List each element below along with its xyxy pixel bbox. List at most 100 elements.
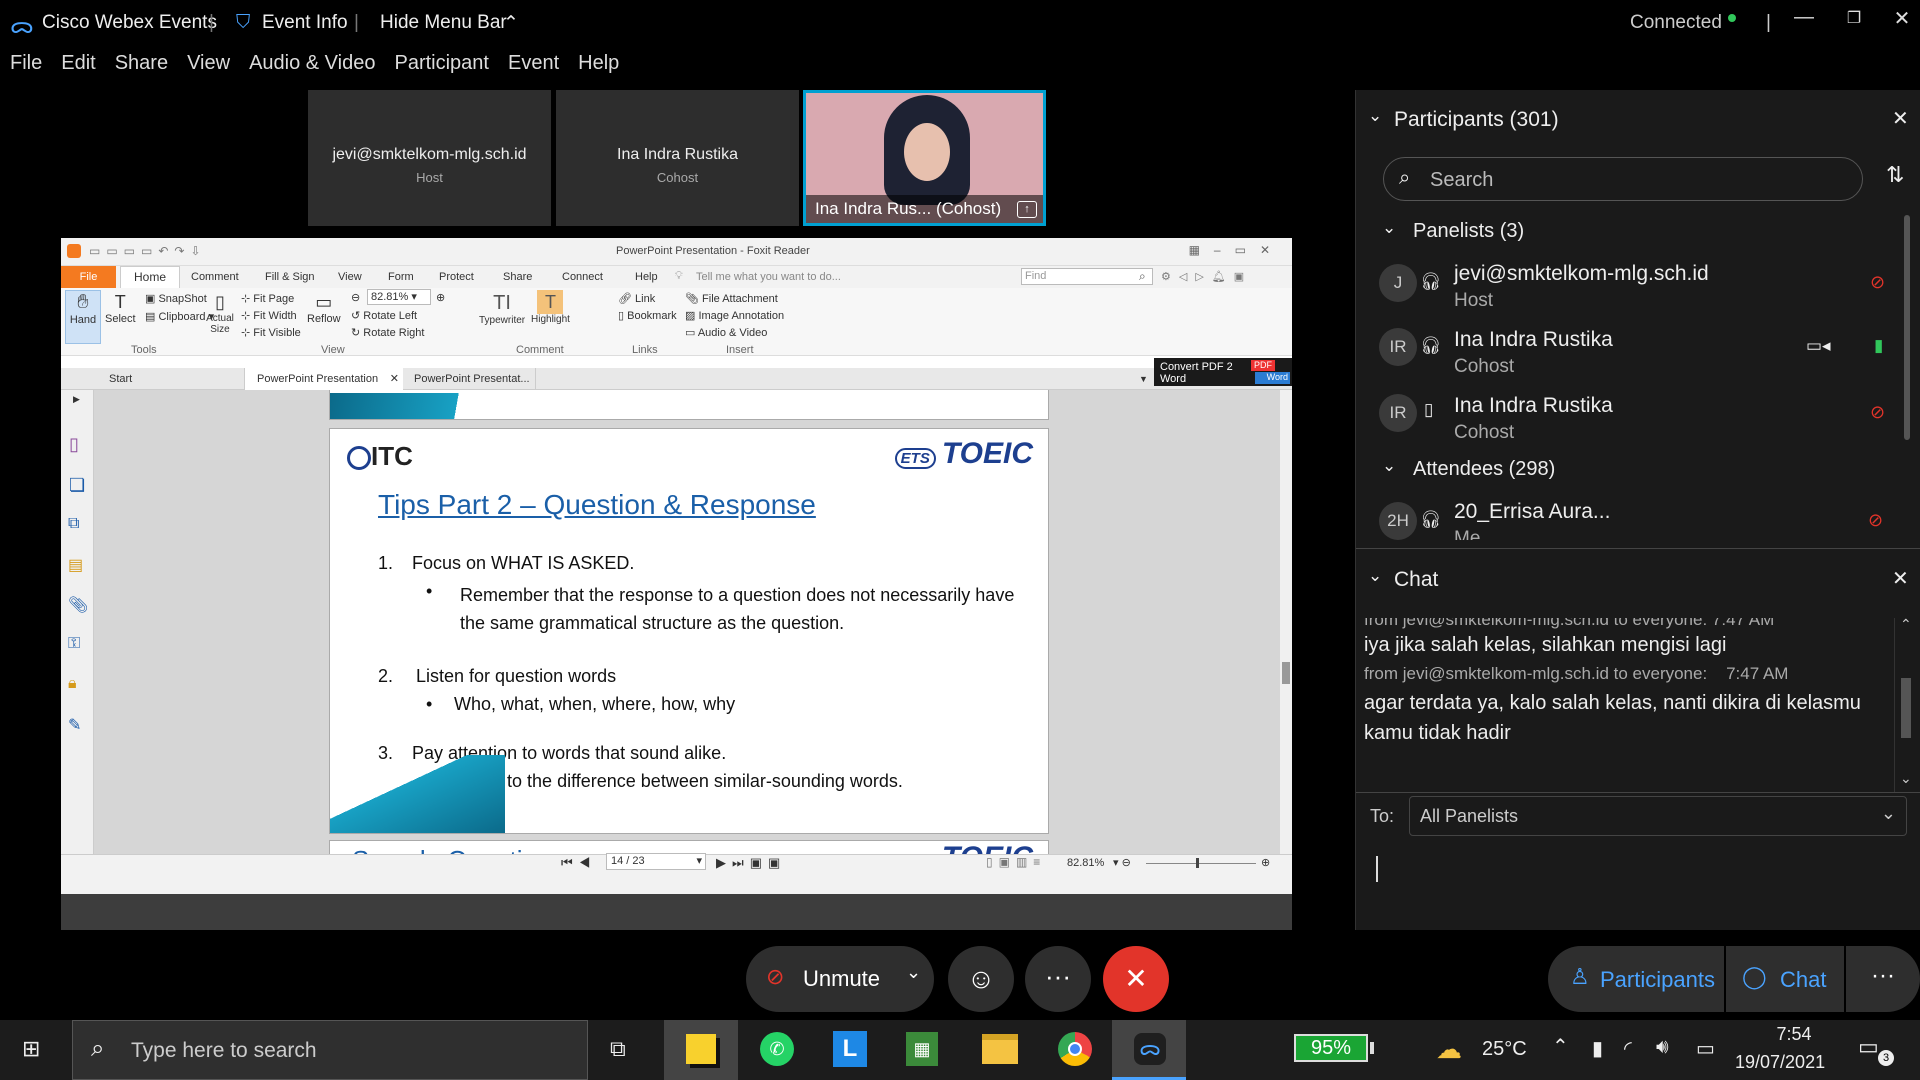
- sort-icon[interactable]: ⇅: [1886, 162, 1904, 188]
- pdf-to-word-icon[interactable]: PDF Word: [1247, 358, 1292, 386]
- bookmarks-icon[interactable]: ❏: [69, 475, 85, 496]
- snapshot-button[interactable]: ▣ SnapShot: [145, 292, 207, 305]
- video-thumb-cohost[interactable]: Ina Indra Rustika Cohost: [556, 90, 799, 226]
- chevron-down-icon[interactable]: ⌄: [906, 962, 921, 983]
- more-panels-button[interactable]: ···: [1846, 946, 1920, 1012]
- fit-width-button[interactable]: ⊹ Fit Width: [241, 309, 297, 322]
- video-thumb-active-speaker[interactable]: Ina Indra Rus... (Cohost) ↑: [803, 90, 1046, 226]
- highlight-button[interactable]: T Highlight: [531, 290, 570, 325]
- hide-menu-bar-button[interactable]: Hide Menu Bar: [380, 12, 507, 34]
- minimize-button[interactable]: —: [1784, 6, 1824, 36]
- wifi-icon[interactable]: ◜: [1624, 1036, 1632, 1061]
- tab-view[interactable]: View: [338, 271, 362, 283]
- fit-visible-button[interactable]: ⊹ Fit Visible: [241, 326, 301, 339]
- chevron-up-icon[interactable]: ⌃: [1552, 1034, 1569, 1059]
- tell-me-input[interactable]: Tell me what you want to do...: [696, 271, 841, 283]
- rotate-left-button[interactable]: ↺ Rotate Left: [351, 309, 417, 322]
- spreadsheet-app-icon[interactable]: ▦: [906, 1032, 938, 1066]
- task-view-icon[interactable]: ⧉: [610, 1036, 626, 1062]
- select-tool-button[interactable]: T Select: [105, 292, 136, 325]
- convert-pdf-2-word-button[interactable]: Convert PDF 2 Word: [1154, 358, 1247, 386]
- chat-panel-button[interactable]: ◯ Chat: [1726, 946, 1844, 1012]
- taskbar-search-input[interactable]: ⌕ Type here to search: [72, 1020, 588, 1080]
- more-options-button[interactable]: ···: [1025, 946, 1091, 1012]
- tab-help[interactable]: Help: [635, 271, 658, 283]
- find-input[interactable]: Find: [1021, 268, 1153, 285]
- search-icon[interactable]: ⌕: [1139, 269, 1146, 284]
- muted-mic-icon[interactable]: ⊘: [1870, 402, 1885, 423]
- hand-tool-button[interactable]: ✋︎ Hand: [65, 290, 101, 344]
- quick-access-icon[interactable]: ▭▭▭▭↶↷⇩: [89, 244, 207, 258]
- chat-scrollbar[interactable]: ⌃ ⌄: [1894, 616, 1918, 792]
- page-thumbnails-icon[interactable]: ▯: [69, 434, 79, 455]
- chevron-down-icon[interactable]: ⌄: [1382, 456, 1396, 476]
- tab-protect[interactable]: Protect: [439, 271, 474, 283]
- weather-cloud-icon[interactable]: ☁: [1436, 1034, 1462, 1065]
- zoom-out-icon[interactable]: ⊖: [351, 291, 360, 304]
- image-annotation-button[interactable]: ▨ Image Annotation: [685, 309, 784, 322]
- doc-tab-2[interactable]: PowerPoint Presentat...: [406, 368, 536, 390]
- video-camera-icon[interactable]: ▭◂: [1806, 336, 1831, 356]
- participants-scrollbar[interactable]: [1904, 215, 1910, 440]
- restore-button[interactable]: ❐: [1834, 8, 1874, 38]
- participant-search-input[interactable]: ⌕ Search: [1383, 157, 1863, 201]
- zoom-in-icon[interactable]: ⊕: [1261, 856, 1270, 869]
- share-icon[interactable]: ↑: [1017, 201, 1037, 218]
- doc-tab-active[interactable]: PowerPoint Presentation ✕: [245, 368, 403, 390]
- volume-icon[interactable]: 🔊︎: [1656, 1036, 1669, 1059]
- zoom-select[interactable]: 82.81% ▾: [367, 289, 431, 305]
- menu-file[interactable]: File: [10, 52, 42, 86]
- tab-home[interactable]: Home: [120, 266, 180, 288]
- leave-event-button[interactable]: ✕: [1103, 946, 1169, 1012]
- typewriter-button[interactable]: TI Typewriter: [479, 292, 525, 326]
- zoom-out-icon[interactable]: ▾ ⊖: [1113, 856, 1131, 869]
- link-button[interactable]: 🔗︎ Link: [618, 292, 655, 305]
- reflow-button[interactable]: ▭ Reflow: [307, 292, 341, 325]
- close-chat-button[interactable]: ✕: [1892, 566, 1909, 591]
- tab-fill-sign[interactable]: Fill & Sign: [265, 271, 315, 283]
- vertical-scrollbar[interactable]: [1280, 390, 1292, 854]
- participants-panel-button[interactable]: ♙ Participants: [1548, 946, 1724, 1012]
- chat-recipient-select[interactable]: All Panelists ⌄: [1409, 796, 1907, 836]
- fit-page-button[interactable]: ⊹ Fit Page: [241, 292, 294, 305]
- tab-connect[interactable]: Connect: [562, 271, 603, 283]
- webex-taskbar-app[interactable]: ᯅ: [1112, 1020, 1186, 1080]
- video-thumb-host[interactable]: jevi@smktelkom-mlg.sch.id Host: [308, 90, 551, 226]
- rotate-right-button[interactable]: ↻ Rotate Right: [351, 326, 424, 339]
- page-number-input[interactable]: 14 / 23 ▾: [606, 853, 706, 870]
- clock-date[interactable]: 19/07/2021: [1735, 1052, 1825, 1073]
- file-attachment-button[interactable]: 📎︎ File Attachment: [685, 292, 778, 305]
- chat-input[interactable]: [1370, 844, 1900, 924]
- tab-form[interactable]: Form: [388, 271, 414, 283]
- file-explorer-icon[interactable]: [982, 1034, 1018, 1064]
- menu-audio-video[interactable]: Audio & Video: [249, 52, 375, 86]
- sticky-notes-app[interactable]: [664, 1020, 738, 1080]
- audio-video-button[interactable]: ▭ Audio & Video: [685, 326, 767, 339]
- tab-list-icon[interactable]: ▼: [1139, 374, 1148, 384]
- menu-help[interactable]: Help: [578, 52, 619, 86]
- mic-on-icon[interactable]: ▮: [1874, 336, 1883, 356]
- battery-percent[interactable]: 95%: [1294, 1034, 1368, 1062]
- microphone-icon[interactable]: ▮: [1592, 1036, 1603, 1061]
- pen-icon[interactable]: ✎: [68, 715, 81, 735]
- temperature[interactable]: 25°C: [1482, 1038, 1527, 1061]
- clipboard-button[interactable]: ▤ Clipboard ▾: [145, 310, 214, 323]
- chevron-down-icon[interactable]: ⌄: [1368, 566, 1382, 586]
- chevron-down-icon[interactable]: ⌄: [1382, 218, 1396, 238]
- muted-mic-icon[interactable]: ⊘: [1868, 510, 1883, 531]
- bookmark-button[interactable]: ▯ Bookmark: [618, 309, 677, 322]
- clock-time[interactable]: 7:54: [1764, 1024, 1824, 1045]
- page-nav-next-icons[interactable]: ▶⏭▣▣: [716, 855, 786, 871]
- doc-tab-start[interactable]: Start: [95, 368, 245, 390]
- zoom-in-icon[interactable]: ⊕: [436, 291, 445, 304]
- battery-icon[interactable]: ▭: [1696, 1036, 1715, 1061]
- close-participants-button[interactable]: ✕: [1892, 106, 1909, 131]
- page-nav-prev-icons[interactable]: ⏮◀: [561, 855, 596, 871]
- foxit-nav-icons[interactable]: ⚙◁▷🔔︎▣: [1161, 270, 1252, 283]
- tab-share[interactable]: Share: [503, 271, 532, 283]
- document-view[interactable]: ITC ETS TOEIC Tips Part 2 – Question & Re…: [94, 390, 1292, 854]
- reactions-button[interactable]: ☺: [948, 946, 1014, 1012]
- view-mode-icons[interactable]: ▯▣▥≡: [986, 855, 1046, 869]
- menu-view[interactable]: View: [187, 52, 230, 86]
- chrome-icon[interactable]: [1058, 1032, 1092, 1066]
